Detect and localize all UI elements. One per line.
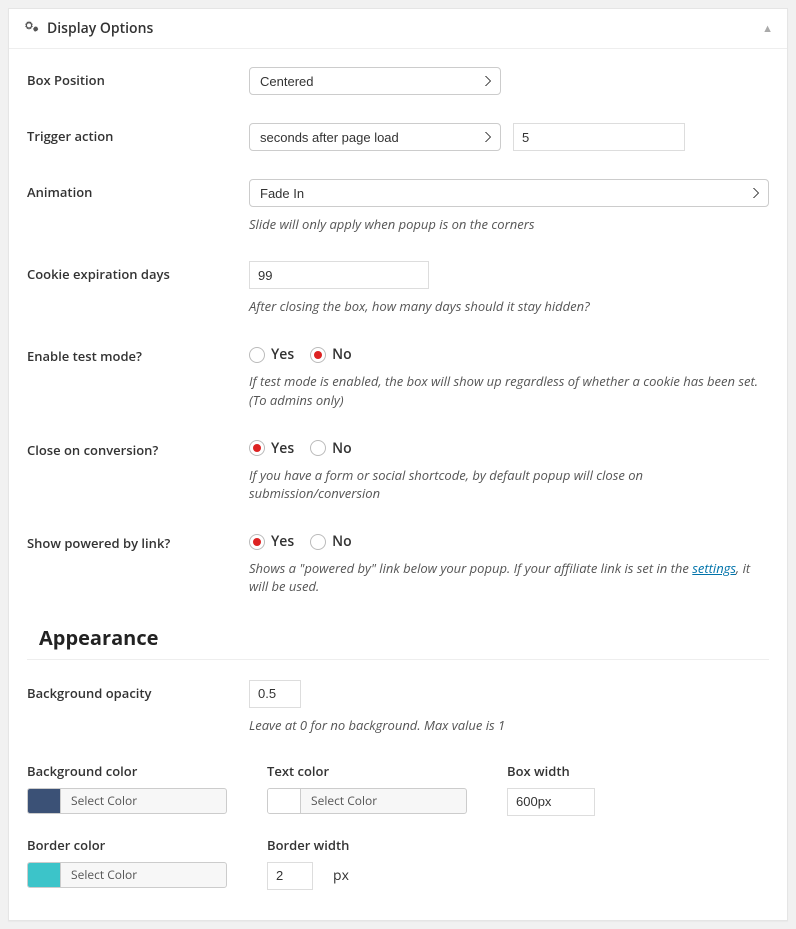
divider	[27, 659, 769, 660]
test-mode-yes[interactable]: Yes	[249, 345, 294, 364]
text-color-button[interactable]: Select Color	[300, 789, 387, 813]
test-mode-radio-group: Yes No	[249, 345, 769, 364]
border-width-label: Border width	[267, 836, 349, 854]
text-color-label: Text color	[267, 762, 467, 780]
box-position-label: Box Position	[27, 67, 249, 89]
powered-label: Show powered by link?	[27, 530, 249, 552]
test-mode-help: If test mode is enabled, the box will sh…	[249, 372, 769, 408]
border-color-picker[interactable]: Select Color	[27, 862, 227, 888]
close-conv-radio-group: Yes No	[249, 439, 769, 458]
radio-icon	[249, 440, 265, 456]
appearance-heading: Appearance	[39, 624, 769, 651]
box-width-label: Box width	[507, 762, 595, 780]
settings-link[interactable]: settings	[692, 559, 736, 577]
trigger-action-select-wrap: seconds after page load	[249, 123, 501, 151]
panel-title: Display Options	[47, 19, 153, 38]
radio-icon	[249, 534, 265, 550]
box-position-select[interactable]: Centered	[249, 67, 501, 95]
border-width-unit: px	[333, 866, 349, 885]
box-width-input[interactable]	[507, 788, 595, 816]
border-width-input[interactable]	[267, 862, 313, 890]
close-conv-label: Close on conversion?	[27, 437, 249, 459]
trigger-value-input[interactable]	[513, 123, 685, 151]
trigger-action-select[interactable]: seconds after page load	[249, 123, 501, 151]
bg-opacity-input[interactable]	[249, 680, 301, 708]
bg-color-label: Background color	[27, 762, 227, 780]
box-position-select-wrap: Centered	[249, 67, 501, 95]
close-conv-yes[interactable]: Yes	[249, 439, 294, 458]
bg-color-swatch	[28, 789, 60, 813]
bg-opacity-help: Leave at 0 for no background. Max value …	[249, 716, 769, 734]
powered-help: Shows a "powered by" link below your pop…	[249, 559, 769, 595]
powered-yes[interactable]: Yes	[249, 532, 294, 551]
close-conv-help: If you have a form or social shortcode, …	[249, 466, 769, 502]
text-color-swatch	[268, 789, 300, 813]
animation-select[interactable]: Fade In	[249, 179, 769, 207]
test-mode-label: Enable test mode?	[27, 343, 249, 365]
close-conv-no[interactable]: No	[310, 439, 352, 458]
animation-label: Animation	[27, 179, 249, 201]
animation-select-wrap: Fade In	[249, 179, 769, 207]
gears-icon	[23, 19, 39, 38]
cookie-days-label: Cookie expiration days	[27, 261, 249, 283]
border-color-swatch	[28, 863, 60, 887]
powered-no[interactable]: No	[310, 532, 352, 551]
display-options-panel: Display Options ▲ Box Position Centered …	[8, 8, 788, 921]
bg-color-picker[interactable]: Select Color	[27, 788, 227, 814]
cookie-days-input[interactable]	[249, 261, 429, 289]
trigger-action-label: Trigger action	[27, 123, 249, 145]
powered-radio-group: Yes No	[249, 532, 769, 551]
panel-header[interactable]: Display Options ▲	[9, 9, 787, 49]
animation-help: Slide will only apply when popup is on t…	[249, 215, 769, 233]
text-color-picker[interactable]: Select Color	[267, 788, 467, 814]
radio-icon	[249, 347, 265, 363]
collapse-icon[interactable]: ▲	[762, 21, 773, 36]
border-color-label: Border color	[27, 836, 227, 854]
cookie-days-help: After closing the box, how many days sho…	[249, 297, 769, 315]
radio-icon	[310, 440, 326, 456]
radio-icon	[310, 347, 326, 363]
bg-color-button[interactable]: Select Color	[60, 789, 147, 813]
test-mode-no[interactable]: No	[310, 345, 352, 364]
radio-icon	[310, 534, 326, 550]
border-color-button[interactable]: Select Color	[60, 863, 147, 887]
bg-opacity-label: Background opacity	[27, 680, 249, 702]
panel-body: Box Position Centered Trigger action sec…	[9, 49, 787, 920]
